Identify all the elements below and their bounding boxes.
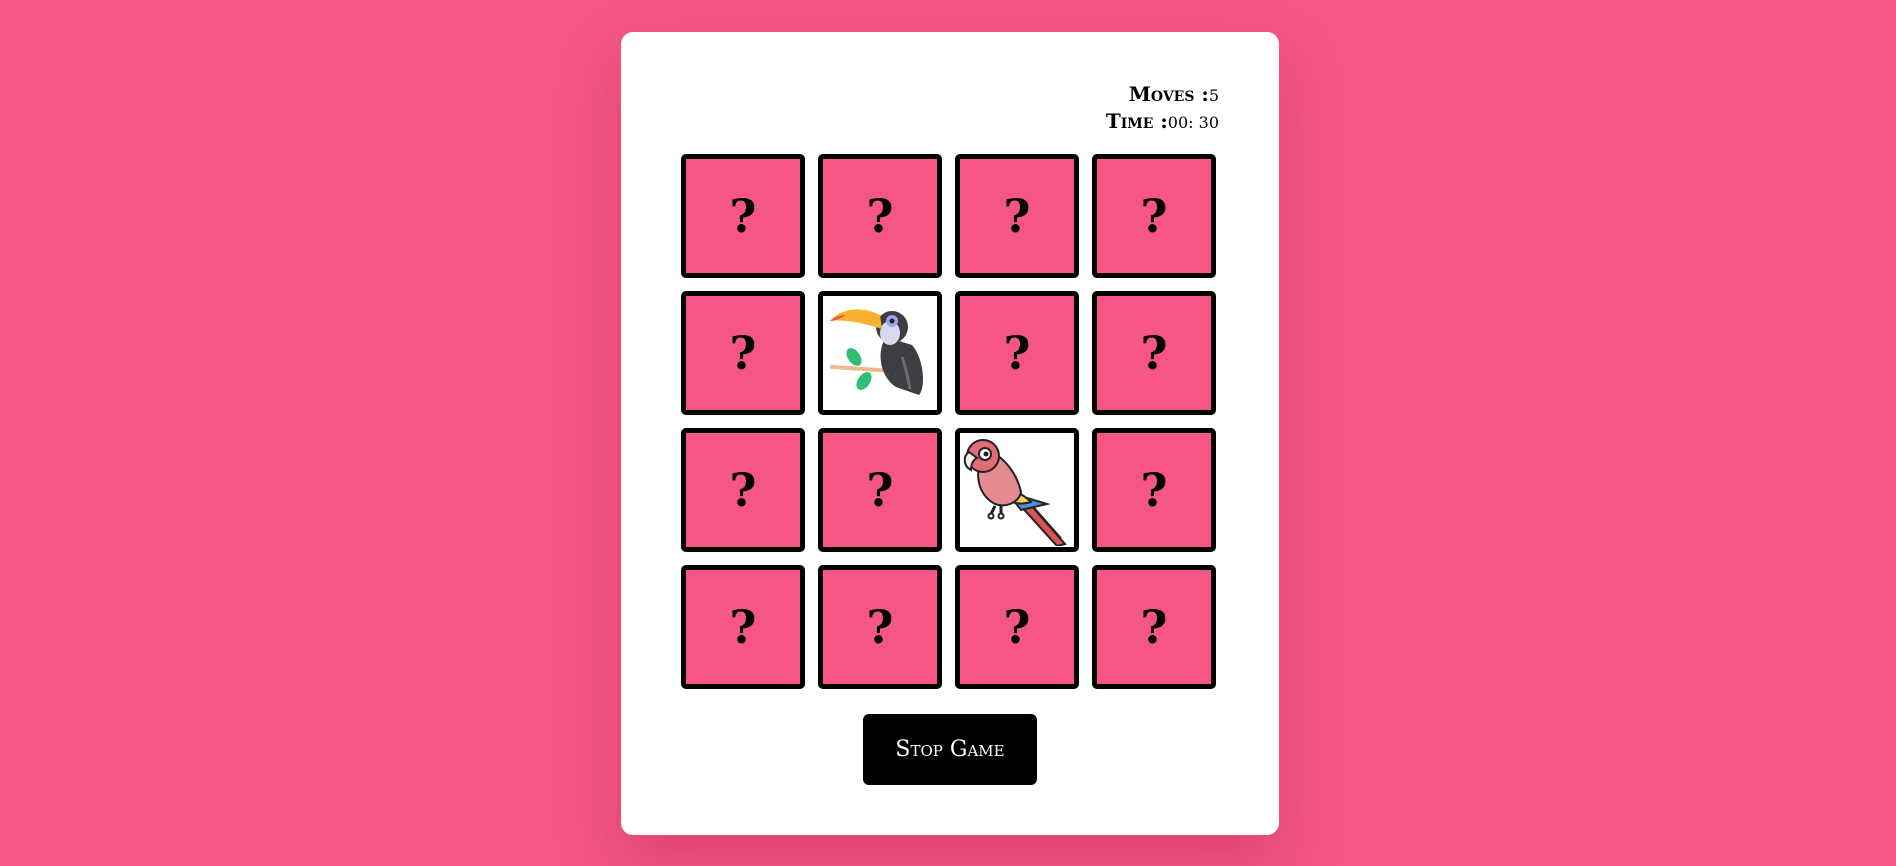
- question-mark-icon: ?: [1140, 326, 1168, 380]
- toucan-icon: [830, 309, 924, 395]
- card-hidden[interactable]: ?: [1092, 428, 1216, 552]
- moves-value: 5: [1208, 86, 1219, 105]
- card-hidden[interactable]: ?: [818, 565, 942, 689]
- parrot-icon: [963, 439, 1067, 546]
- question-mark-icon: ?: [1140, 600, 1168, 654]
- question-mark-icon: ?: [729, 326, 757, 380]
- card-hidden[interactable]: ?: [955, 291, 1079, 415]
- game-stats: Moves :5 Time :00: 30: [1106, 82, 1219, 136]
- moves-label: Moves :: [1128, 82, 1209, 106]
- card-hidden[interactable]: ?: [1092, 154, 1216, 278]
- card-hidden[interactable]: ?: [681, 291, 805, 415]
- card-hidden[interactable]: ?: [681, 565, 805, 689]
- game-panel: Moves :5 Time :00: 30 ? ? ? ? ? ? ? ? ? …: [621, 32, 1279, 835]
- question-mark-icon: ?: [729, 600, 757, 654]
- card-hidden[interactable]: ?: [681, 154, 805, 278]
- time-counter: Time :00: 30: [1106, 109, 1219, 136]
- stop-game-button[interactable]: Stop Game: [863, 714, 1037, 785]
- question-mark-icon: ?: [1003, 600, 1031, 654]
- card-hidden[interactable]: ?: [955, 565, 1079, 689]
- question-mark-icon: ?: [1003, 326, 1031, 380]
- question-mark-icon: ?: [866, 189, 894, 243]
- card-hidden[interactable]: ?: [818, 154, 942, 278]
- card-grid: ? ? ? ? ? ? ? ? ? ? ? ? ? ?: [681, 154, 1219, 689]
- question-mark-icon: ?: [1140, 463, 1168, 517]
- time-value: 00: 30: [1167, 113, 1219, 132]
- question-mark-icon: ?: [729, 463, 757, 517]
- card-revealed-parrot[interactable]: [955, 428, 1079, 552]
- question-mark-icon: ?: [1003, 189, 1031, 243]
- card-hidden[interactable]: ?: [818, 428, 942, 552]
- question-mark-icon: ?: [866, 463, 894, 517]
- moves-counter: Moves :5: [1106, 82, 1219, 109]
- question-mark-icon: ?: [1140, 189, 1168, 243]
- time-label: Time :: [1105, 109, 1168, 133]
- card-hidden[interactable]: ?: [955, 154, 1079, 278]
- card-hidden[interactable]: ?: [681, 428, 805, 552]
- card-hidden[interactable]: ?: [1092, 565, 1216, 689]
- card-hidden[interactable]: ?: [1092, 291, 1216, 415]
- card-revealed-toucan[interactable]: [818, 291, 942, 415]
- question-mark-icon: ?: [729, 189, 757, 243]
- question-mark-icon: ?: [866, 600, 894, 654]
